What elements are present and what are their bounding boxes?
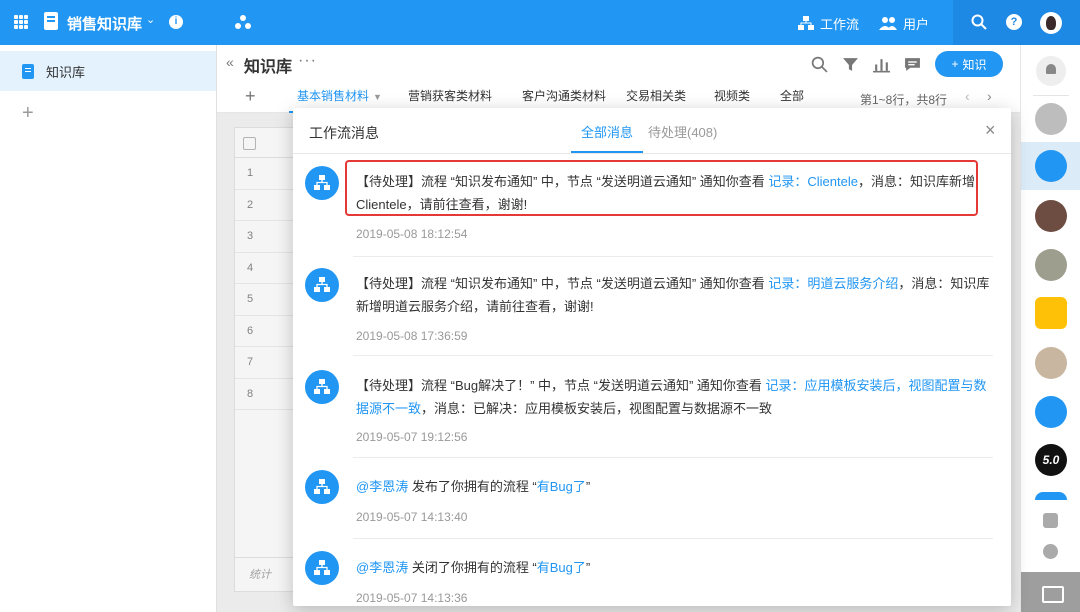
users-icon bbox=[879, 17, 897, 30]
workflow-icon bbox=[305, 551, 339, 585]
add-knowledge-button[interactable]: + 知识 bbox=[935, 51, 1003, 77]
record-link[interactable]: 记录：Clientele bbox=[768, 174, 858, 189]
plus-icon: + bbox=[951, 57, 959, 71]
add-item-button[interactable]: + bbox=[22, 103, 34, 123]
info-icon[interactable]: i bbox=[169, 15, 183, 29]
chevron-down-icon[interactable]: ⌄ bbox=[146, 13, 155, 26]
contact-avatar[interactable] bbox=[1035, 297, 1067, 329]
users-label: 用户 bbox=[903, 16, 930, 32]
workflow-link[interactable]: 有Bug了 bbox=[537, 479, 586, 494]
collapse-sidebar-icon[interactable]: « bbox=[226, 54, 234, 70]
message-body: ” bbox=[585, 560, 591, 575]
notification-bell-icon[interactable] bbox=[1036, 56, 1066, 86]
users-menu[interactable]: 用户 bbox=[879, 14, 929, 32]
group-avatar[interactable] bbox=[1035, 347, 1067, 379]
tab-label: 基本销售材料 bbox=[297, 89, 370, 103]
top-bar: 销售知识库 ⌄ i 工作流 用户 ? bbox=[0, 0, 1080, 45]
rail-bottom-panel-icon[interactable] bbox=[1021, 572, 1080, 612]
caret-down-icon[interactable]: ▼ bbox=[373, 92, 382, 102]
close-icon[interactable]: × bbox=[985, 120, 996, 141]
app-book-icon bbox=[44, 12, 58, 30]
add-view-button[interactable]: + bbox=[245, 86, 256, 107]
message-text: @李恩涛 关闭了你拥有的流程 “有Bug了” bbox=[356, 556, 994, 579]
main-header: « 知识库 ··· + 知识 + 基本销售材料 ▼ 营销获客类材料 客户沟通类材料… bbox=[217, 45, 1020, 113]
workflow-icon bbox=[305, 470, 339, 504]
more-options-icon[interactable]: ··· bbox=[298, 52, 317, 70]
chat-icon[interactable] bbox=[1035, 396, 1067, 428]
message-text: 【待处理】流程 “Bug解决了！” 中，节点 “发送明道云通知” 通知你查看 记… bbox=[356, 374, 994, 420]
message-time: 2019-05-07 19:12:56 bbox=[356, 430, 468, 444]
message-time: 2019-05-08 18:12:54 bbox=[356, 227, 468, 241]
contact-avatar[interactable] bbox=[1035, 200, 1067, 232]
version-badge[interactable]: 5.0 bbox=[1035, 444, 1067, 476]
sidebar: 知识库 + bbox=[0, 45, 217, 612]
divider bbox=[353, 457, 993, 458]
rail-divider bbox=[1033, 95, 1069, 96]
sidebar-item-knowledge-base[interactable]: 知识库 bbox=[0, 51, 216, 91]
help-icon[interactable]: ? bbox=[1006, 14, 1022, 30]
filter-icon[interactable] bbox=[842, 56, 859, 73]
add-chat-icon[interactable] bbox=[1043, 544, 1058, 559]
user-avatar[interactable] bbox=[1040, 12, 1062, 34]
tab-pending[interactable]: 待处理(408) bbox=[648, 122, 717, 141]
app-grid-icon[interactable] bbox=[14, 15, 28, 29]
message-text: 【待处理】流程 “知识发布通知” 中，节点 “发送明道云通知” 通知你查看 记录… bbox=[356, 272, 994, 318]
search-icon[interactable] bbox=[811, 56, 828, 73]
dialog-title: 工作流消息 bbox=[309, 125, 379, 141]
message-time: 2019-05-07 14:13:40 bbox=[356, 510, 468, 524]
message-body: ” bbox=[585, 479, 591, 494]
contact-avatar[interactable] bbox=[1035, 249, 1067, 281]
add-knowledge-label: 知识 bbox=[962, 57, 987, 72]
divider bbox=[353, 355, 993, 356]
message-time: 2019-05-07 14:13:36 bbox=[356, 591, 468, 605]
dialog-header: 工作流消息 全部消息 待处理(408) × bbox=[293, 108, 1011, 154]
chart-icon[interactable] bbox=[873, 56, 890, 73]
app-title[interactable]: 销售知识库 bbox=[67, 13, 142, 34]
pager-text: 第1~8行，共8行 bbox=[860, 93, 948, 107]
contact-avatar[interactable] bbox=[1035, 492, 1067, 500]
prev-page-icon[interactable]: ‹ bbox=[965, 88, 970, 104]
workflow-icon bbox=[305, 166, 339, 200]
message-body: 发布了你拥有的流程 “ bbox=[408, 479, 537, 494]
workflow-icon bbox=[305, 268, 339, 302]
workflow-icon bbox=[798, 16, 814, 30]
discussion-icon[interactable] bbox=[904, 56, 921, 73]
group-avatar[interactable] bbox=[1035, 103, 1067, 135]
workflow-messages-dialog: 工作流消息 全部消息 待处理(408) × 【待处理】流程 “知识发布通知” 中… bbox=[293, 108, 1011, 606]
book-icon bbox=[22, 63, 34, 79]
toolbar bbox=[811, 56, 921, 73]
workflow-link[interactable]: 有Bug了 bbox=[537, 560, 586, 575]
user-mention-link[interactable]: @李恩涛 bbox=[356, 479, 408, 494]
message-time: 2019-05-08 17:36:59 bbox=[356, 329, 468, 343]
message-body: ，消息：已解决：应用模板安装后，视图配置与数据源不一致 bbox=[421, 401, 773, 416]
message-body: 关闭了你拥有的流程 “ bbox=[408, 560, 537, 575]
divider bbox=[353, 256, 993, 257]
message-text: @李恩涛 发布了你拥有的流程 “有Bug了” bbox=[356, 475, 994, 498]
message-body: 【待处理】流程 “知识发布通知” 中，节点 “发送明道云通知” 通知你查看 bbox=[356, 174, 769, 189]
workflow-menu[interactable]: 工作流 bbox=[798, 14, 859, 32]
sidebar-item-label: 知识库 bbox=[46, 64, 86, 80]
right-rail: 5.0 bbox=[1020, 45, 1080, 612]
page-title: 知识库 bbox=[244, 59, 293, 76]
workflow-icon bbox=[305, 370, 339, 404]
message-text: 【待处理】流程 “知识发布通知” 中，节点 “发送明道云通知” 通知你查看 记录… bbox=[356, 170, 994, 216]
workflow-label: 工作流 bbox=[820, 16, 860, 32]
tab-all-messages[interactable]: 全部消息 bbox=[570, 122, 644, 153]
contacts-icon[interactable] bbox=[1043, 513, 1058, 528]
record-link[interactable]: 记录：明道云服务介绍 bbox=[768, 276, 898, 291]
workflow-network-icon[interactable] bbox=[234, 14, 252, 30]
next-page-icon[interactable]: › bbox=[987, 88, 992, 104]
user-mention-link[interactable]: @李恩涛 bbox=[356, 560, 408, 575]
message-body: 【待处理】流程 “Bug解决了！” 中，节点 “发送明道云通知” 通知你查看 bbox=[356, 378, 766, 393]
message-body: 【待处理】流程 “知识发布通知” 中，节点 “发送明道云通知” 通知你查看 bbox=[356, 276, 769, 291]
workflow-chat-icon[interactable] bbox=[1035, 150, 1067, 182]
divider bbox=[353, 538, 993, 539]
search-icon[interactable] bbox=[971, 14, 987, 30]
